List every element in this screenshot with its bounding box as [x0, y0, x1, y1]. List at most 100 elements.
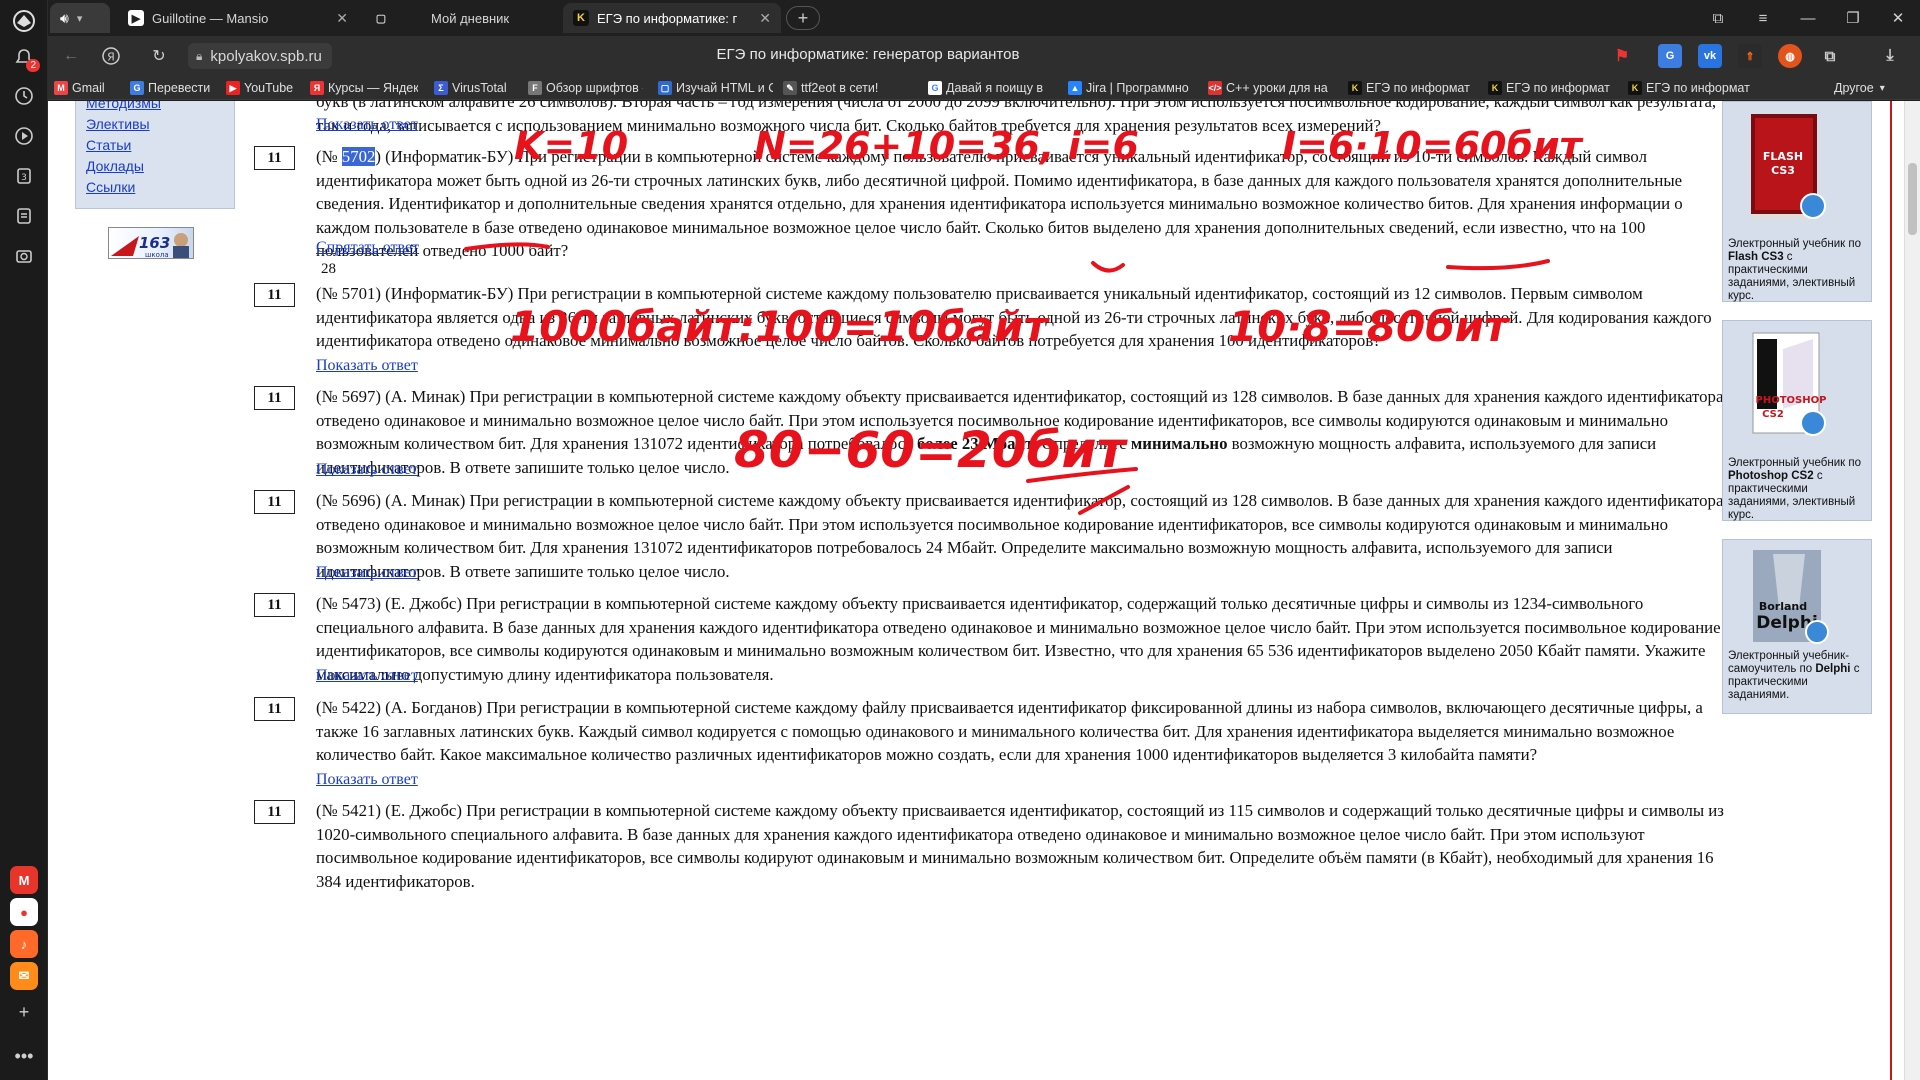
- tab-diary[interactable]: ▢ Мой дневник: [363, 3, 558, 33]
- ink-note: K=10: [514, 124, 628, 168]
- bookmark-courses[interactable]: Я Курсы — Яндекс.: [310, 79, 418, 97]
- bookmark-label: Gmail: [72, 81, 105, 95]
- bookmark-label: Изучай HTML и С: [676, 81, 773, 95]
- vk-extension-icon[interactable]: vk: [1698, 44, 1722, 68]
- bookmark-ege-3[interactable]: K ЕГЭ по информат: [1628, 79, 1758, 97]
- close-icon[interactable]: ✕: [328, 10, 348, 27]
- youtube-icon: ▶: [226, 81, 240, 95]
- bookmark-label: ЕГЭ по информат: [1366, 81, 1470, 95]
- video-play-icon[interactable]: [8, 120, 40, 152]
- handwritten-annotations: K=10 N=26+10=36, i=6 I=6·10=60бит 1000ба…: [464, 124, 1584, 515]
- bookmark-label: C++ уроки для на: [1226, 81, 1328, 95]
- bookmark-label: Давай я поищу в: [946, 81, 1044, 95]
- music-app-icon[interactable]: ♪: [10, 930, 38, 958]
- virustotal-icon: Σ: [434, 81, 448, 95]
- sidebar-rail: 2 3 M ● ♪ ✉ + •••: [0, 0, 48, 1080]
- new-tab-button[interactable]: +: [786, 6, 820, 30]
- page-content: Методизмы Элективы Статьи Доклады Ссылки…: [48, 101, 1920, 1080]
- bookmark-fonts[interactable]: F Обзор шрифтов -: [528, 79, 643, 97]
- bookmark-label: VirusTotal: [452, 81, 507, 95]
- tab-title: Guillotine — Mansio: [152, 10, 269, 26]
- youtube-icon: ▶: [128, 10, 144, 26]
- bookmark-flag-icon[interactable]: ⚑: [1610, 44, 1634, 68]
- tab-ege-generator[interactable]: K ЕГЭ по информатике: г ✕: [563, 3, 781, 33]
- ink-note: 80−60=20бит: [734, 421, 1128, 479]
- maximize-icon[interactable]: ❐: [1838, 6, 1868, 30]
- bookmarks-other[interactable]: Другое ▾: [1834, 79, 1885, 97]
- translate-icon: G: [130, 81, 144, 95]
- bookmarks-bar: M Gmail G Перевести ▶ YouTube Я Курсы — Янде…: [48, 76, 1920, 100]
- extensions-icon[interactable]: ⧉: [1818, 44, 1842, 68]
- bookmark-gmail[interactable]: M Gmail: [54, 79, 105, 97]
- close-window-icon[interactable]: ✕: [1883, 6, 1913, 30]
- bookmark-label: Jira | Программно: [1086, 81, 1189, 95]
- chevron-down-icon: ▾: [76, 12, 83, 25]
- kpolyakov-icon: K: [573, 10, 589, 26]
- downloads-icon[interactable]: ⤓: [1878, 44, 1902, 68]
- ink-stroke: [1446, 259, 1550, 271]
- pokeball-app-icon[interactable]: ●: [10, 898, 38, 926]
- page-icon: ▢: [375, 12, 387, 25]
- ink-stroke: [1078, 485, 1130, 515]
- notes-icon[interactable]: [8, 200, 40, 232]
- mail-app-icon[interactable]: M: [10, 866, 38, 894]
- minimize-icon[interactable]: —: [1793, 6, 1823, 30]
- browser-logo-icon[interactable]: [8, 5, 40, 37]
- bookmark-google-search[interactable]: G Давай я поищу в: [928, 79, 1053, 97]
- bookmark-youtube[interactable]: ▶ YouTube: [226, 79, 293, 97]
- bookmark-virustotal[interactable]: Σ VirusTotal: [434, 79, 507, 97]
- messenger-app-icon[interactable]: ✉: [10, 962, 38, 990]
- gmail-icon: M: [54, 81, 68, 95]
- tab-title: Мой дневник: [431, 10, 510, 26]
- speaker-icon: 🔊︎: [60, 9, 69, 26]
- close-icon[interactable]: ✕: [751, 10, 771, 27]
- ink-note: 10·8=80бит: [1228, 302, 1511, 351]
- history-clock-icon[interactable]: [8, 80, 40, 112]
- bookmark-html[interactable]: ▢ Изучай HTML и С: [658, 79, 773, 97]
- bookmark-translate[interactable]: G Перевести: [130, 79, 210, 97]
- ink-note: 1000байт:100=10байт: [510, 302, 1051, 351]
- screenshot-icon[interactable]: [8, 240, 40, 272]
- collections-icon[interactable]: 3: [8, 160, 40, 192]
- tabs-overview-icon[interactable]: ⧉: [1703, 6, 1733, 30]
- ink-note: N=26+10=36, i=6: [754, 124, 1139, 168]
- translate-extension-icon[interactable]: G: [1658, 44, 1682, 68]
- notifications-bell-icon[interactable]: 2: [8, 42, 40, 74]
- more-icon[interactable]: •••: [8, 1040, 40, 1072]
- menu-icon[interactable]: ≡: [1748, 6, 1778, 30]
- kpolyakov-icon: K: [1348, 81, 1362, 95]
- tab-strip: 🔊︎ ▾ ▶ Guillotine — Mansio ✕ ▢ Мой дневни…: [48, 0, 1920, 36]
- ink-stroke: [1091, 261, 1125, 273]
- tab-title: ЕГЭ по информатике: г: [597, 10, 738, 26]
- page-title: ЕГЭ по информатике: генератор вариантов: [716, 46, 1020, 63]
- svg-text:3: 3: [21, 173, 27, 183]
- bookmark-label: ЕГЭ по информат: [1506, 81, 1610, 95]
- code-icon: </>: [1208, 81, 1222, 95]
- notifications-count: 2: [26, 59, 40, 72]
- bookmark-ege-1[interactable]: K ЕГЭ по информат: [1348, 79, 1478, 97]
- bookmark-ttf2eot[interactable]: ✎ ttf2eot в сети!: [783, 79, 908, 97]
- ink-note: I=6·10=60бит: [1282, 124, 1584, 168]
- tab-audio-control[interactable]: 🔊︎ ▾: [50, 3, 110, 33]
- add-app-icon[interactable]: +: [8, 996, 40, 1028]
- yandex-icon: Я: [310, 81, 324, 95]
- bookmark-label: Обзор шрифтов -: [546, 81, 643, 95]
- bookmark-jira[interactable]: ▲ Jira | Программно: [1068, 79, 1193, 97]
- fonts-icon: F: [528, 81, 542, 95]
- address-toolbar: ← Я ↻ 🔒︎ kpolyakov.spb.ru ЕГЭ по информа…: [48, 36, 1920, 76]
- bookmark-label: YouTube: [244, 81, 294, 95]
- bookmark-label: Другое: [1834, 81, 1874, 95]
- bookmark-cpp[interactable]: </> C++ уроки для на: [1208, 79, 1338, 97]
- bookmark-label: Курсы — Яндекс.: [328, 81, 418, 95]
- ball-extension-icon[interactable]: ◍: [1778, 44, 1802, 68]
- bookmark-label: ttf2eot в сети!: [801, 81, 879, 95]
- chevron-down-icon: ▾: [1879, 82, 1885, 94]
- google-icon: G: [928, 81, 942, 95]
- bookmark-ege-2[interactable]: K ЕГЭ по информат: [1488, 79, 1618, 97]
- arrows-extension-icon[interactable]: ⇑: [1738, 44, 1762, 68]
- jira-icon: ▲: [1068, 81, 1082, 95]
- chat-icon: ✎: [783, 81, 797, 95]
- page-icon: ▢: [658, 81, 672, 95]
- kpolyakov-icon: K: [1488, 81, 1502, 95]
- tab-guillotine[interactable]: ▶ Guillotine — Mansio ✕: [118, 3, 358, 33]
